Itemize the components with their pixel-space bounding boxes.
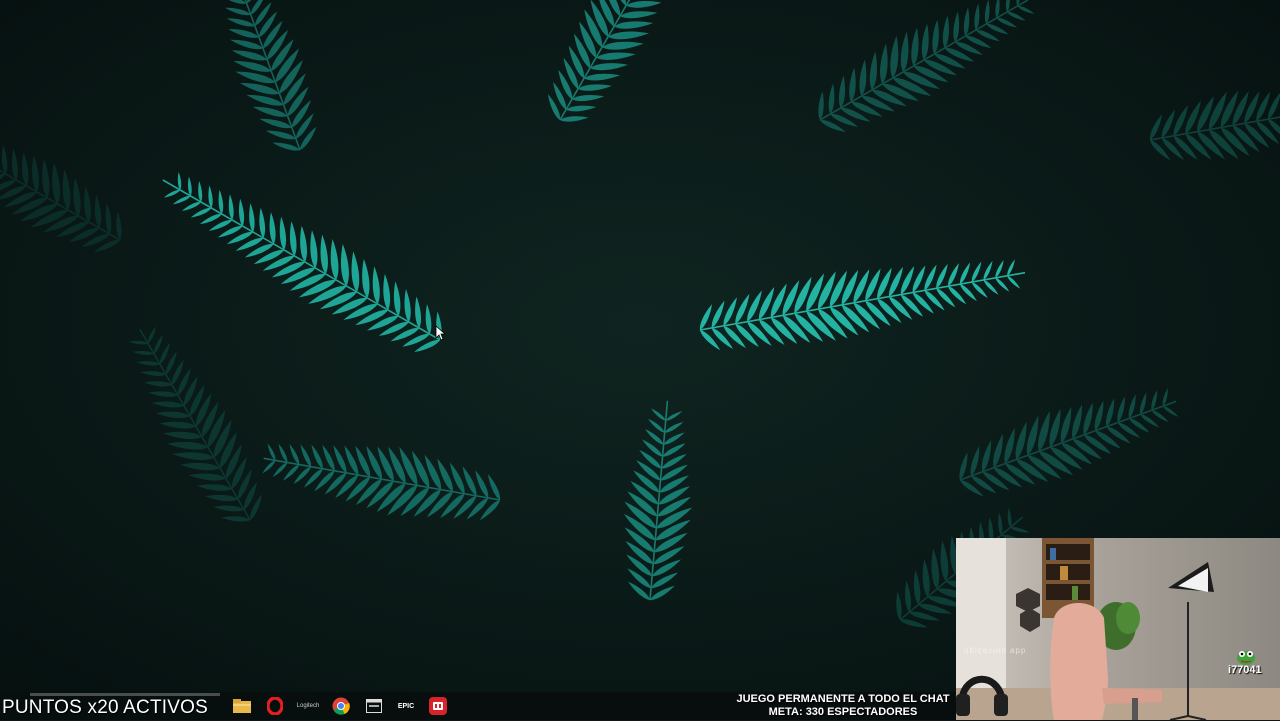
logitech-app-icon[interactable]: Logitech xyxy=(296,696,320,716)
file-explorer-icon[interactable] xyxy=(232,696,252,716)
chat-game-banner: JUEGO PERMANENTE A TODO EL CHAT META: 33… xyxy=(728,692,958,721)
chat-banner-line1: JUEGO PERMANENTE A TODO EL CHAT xyxy=(736,693,950,705)
logitech-label: Logitech xyxy=(296,703,320,709)
opera-browser-icon[interactable] xyxy=(265,696,285,716)
epic-label: EPIC xyxy=(397,702,415,710)
frog-emote-icon xyxy=(1237,651,1255,665)
webcam-overlay: ubicacion app i77041 xyxy=(956,538,1280,720)
webcam-watermark: ubicacion app xyxy=(964,646,1027,655)
points-banner: PUNTOS x20 ACTIVOS xyxy=(2,697,208,718)
epic-games-icon[interactable]: EPIC xyxy=(396,696,416,716)
webcam-scene xyxy=(956,538,1280,720)
chrome-icon[interactable] xyxy=(331,696,351,716)
streaming-app-icon[interactable] xyxy=(428,696,448,716)
viewer-count: i77041 xyxy=(1228,664,1262,676)
app-window-icon[interactable] xyxy=(364,696,384,716)
chat-banner-line2: META: 330 ESPECTADORES xyxy=(768,706,918,718)
